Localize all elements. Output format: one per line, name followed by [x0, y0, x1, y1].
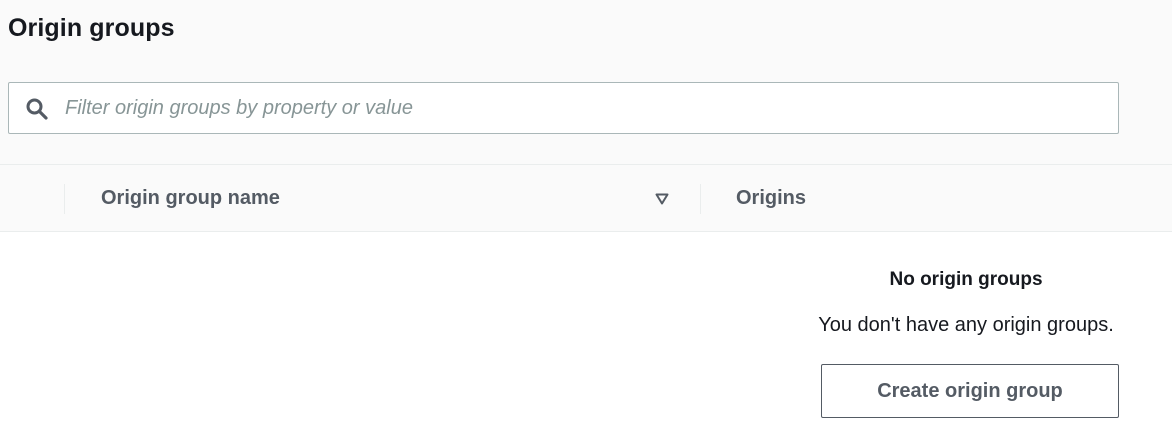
- column-header-origins: Origins: [736, 187, 807, 209]
- empty-state-title: No origin groups: [889, 269, 1043, 290]
- empty-state-description: You don't have any origin groups.: [818, 314, 1114, 336]
- search-input[interactable]: [65, 83, 1105, 133]
- page-title: Origin groups: [8, 14, 175, 42]
- sort-down-icon[interactable]: [655, 192, 669, 205]
- column-divider[interactable]: [700, 184, 701, 214]
- create-origin-group-button[interactable]: Create origin group: [821, 364, 1119, 418]
- origin-groups-panel: Origin groups Origin group name Origins …: [0, 0, 1172, 436]
- column-divider: [64, 184, 65, 214]
- panel-header: Origin groups: [0, 0, 1172, 164]
- column-header-origin-group-name[interactable]: Origin group name: [101, 187, 280, 210]
- search-field[interactable]: [8, 82, 1119, 134]
- search-icon: [25, 97, 49, 121]
- table-header: Origin group name Origins: [0, 164, 1172, 232]
